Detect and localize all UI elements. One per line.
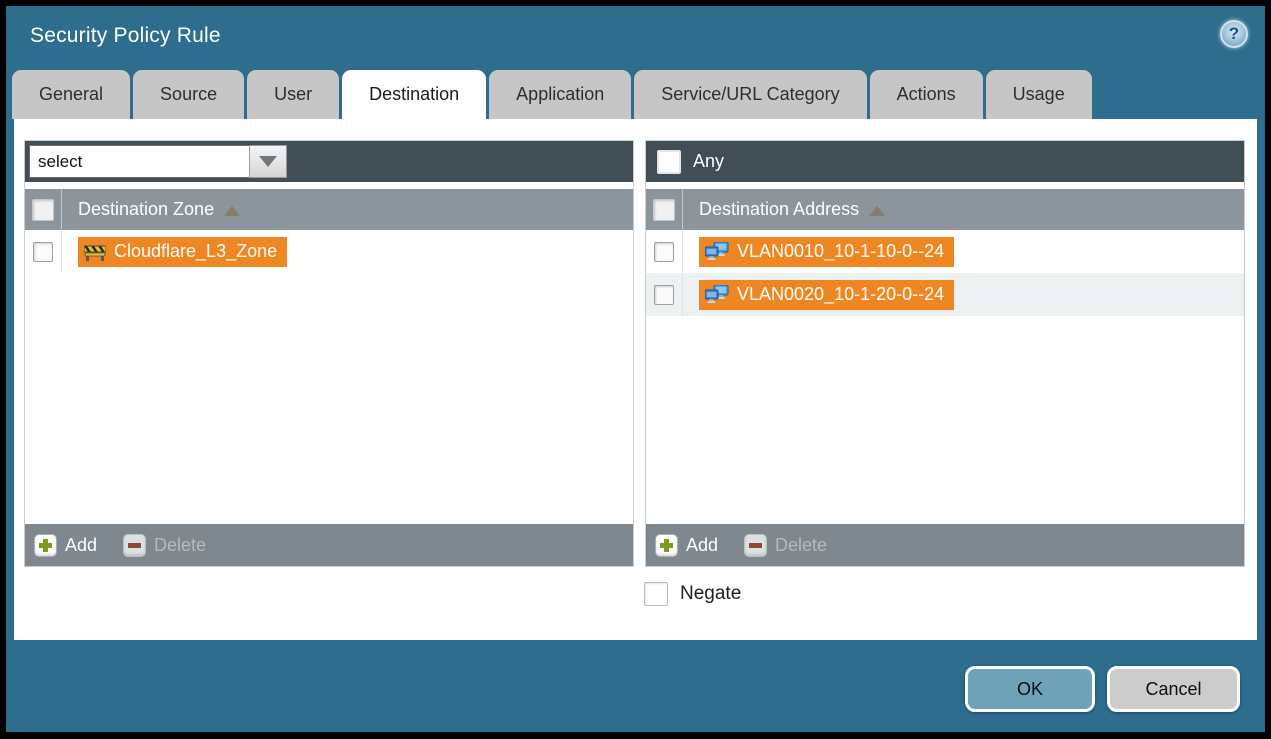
zone-column-header: Destination Zone: [25, 189, 633, 230]
any-label: Any: [693, 151, 724, 172]
sort-ascending-icon: [869, 206, 885, 216]
address-column-title[interactable]: Destination Address: [699, 199, 885, 220]
address-icon: [705, 285, 729, 304]
tab-application[interactable]: Application: [489, 70, 631, 119]
add-zone-label: Add: [65, 535, 97, 556]
zone-select-all-checkbox[interactable]: [32, 199, 54, 221]
table-row[interactable]: Cloudflare_L3_Zone: [25, 230, 633, 273]
destination-address-panel: Any Destination Address: [645, 140, 1245, 567]
tab-source[interactable]: Source: [133, 70, 244, 119]
tab-actions[interactable]: Actions: [870, 70, 983, 119]
row-checkbox-cell: [646, 230, 683, 273]
delete-address-label: Delete: [775, 535, 827, 556]
address-list: VLAN0010_10-1-10-0--24: [646, 230, 1244, 524]
address-panel-footer: Add Delete: [646, 524, 1244, 566]
address-select-all-checkbox[interactable]: [653, 199, 675, 221]
minus-icon: [123, 534, 146, 557]
delete-zone-button[interactable]: Delete: [123, 534, 206, 557]
zone-item-label: Cloudflare_L3_Zone: [114, 241, 277, 262]
address-item[interactable]: VLAN0020_10-1-20-0--24: [699, 280, 954, 310]
zone-select-combo: [29, 145, 287, 178]
zone-row-checkbox[interactable]: [33, 242, 53, 262]
zone-icon: [84, 243, 106, 261]
zone-select-all-cell: [25, 189, 62, 230]
delete-address-button[interactable]: Delete: [744, 534, 827, 557]
destination-zone-panel: Destination Zone: [24, 140, 634, 567]
zone-select-dropdown-button[interactable]: [249, 145, 287, 178]
zone-list: Cloudflare_L3_Zone: [25, 230, 633, 524]
zone-panel-footer: Add Delete: [25, 524, 633, 566]
address-row-checkbox[interactable]: [654, 242, 674, 262]
add-address-button[interactable]: Add: [655, 534, 718, 557]
tab-usage[interactable]: Usage: [986, 70, 1092, 119]
any-checkbox[interactable]: [657, 150, 681, 174]
tab-general[interactable]: General: [12, 70, 130, 119]
cancel-button[interactable]: Cancel: [1107, 666, 1240, 712]
negate-checkbox[interactable]: [644, 582, 668, 606]
plus-icon: [34, 534, 57, 557]
divider: [646, 182, 1244, 189]
address-panel-toolbar: Any: [646, 141, 1244, 182]
add-address-label: Add: [686, 535, 718, 556]
negate-label: Negate: [680, 583, 741, 605]
add-zone-button[interactable]: Add: [34, 534, 97, 557]
zone-item[interactable]: Cloudflare_L3_Zone: [78, 237, 287, 267]
destination-tab-content: Destination Zone: [14, 119, 1257, 640]
address-column-header: Destination Address: [646, 189, 1244, 230]
zone-panel-toolbar: [25, 141, 633, 182]
ok-button[interactable]: OK: [965, 666, 1095, 712]
table-row[interactable]: VLAN0020_10-1-20-0--24: [646, 273, 1244, 316]
row-checkbox-cell: [646, 273, 683, 316]
address-column-label: Destination Address: [699, 199, 859, 220]
minus-icon: [744, 534, 767, 557]
chevron-down-icon: [259, 156, 277, 167]
dialog-title: Security Policy Rule: [30, 24, 221, 48]
zone-select-input[interactable]: [29, 145, 249, 178]
row-checkbox-cell: [25, 230, 62, 273]
delete-zone-label: Delete: [154, 535, 206, 556]
zone-column-label: Destination Zone: [78, 199, 214, 220]
address-item-label: VLAN0010_10-1-10-0--24: [737, 241, 944, 262]
tab-service-url-category[interactable]: Service/URL Category: [634, 70, 866, 119]
table-row[interactable]: VLAN0010_10-1-10-0--24: [646, 230, 1244, 273]
sort-ascending-icon: [224, 206, 240, 216]
tab-destination[interactable]: Destination: [342, 70, 486, 119]
address-row-checkbox[interactable]: [654, 285, 674, 305]
tab-strip: General Source User Destination Applicat…: [12, 70, 1092, 119]
help-icon[interactable]: ?: [1220, 20, 1248, 48]
divider: [25, 182, 633, 189]
tab-user[interactable]: User: [247, 70, 339, 119]
security-policy-rule-dialog: Security Policy Rule ? General Source Us…: [6, 6, 1265, 732]
address-item-label: VLAN0020_10-1-20-0--24: [737, 284, 944, 305]
address-select-all-cell: [646, 189, 683, 230]
zone-column-title[interactable]: Destination Zone: [78, 199, 240, 220]
address-item[interactable]: VLAN0010_10-1-10-0--24: [699, 237, 954, 267]
plus-icon: [655, 534, 678, 557]
address-icon: [705, 242, 729, 261]
negate-option: Negate: [644, 582, 741, 606]
